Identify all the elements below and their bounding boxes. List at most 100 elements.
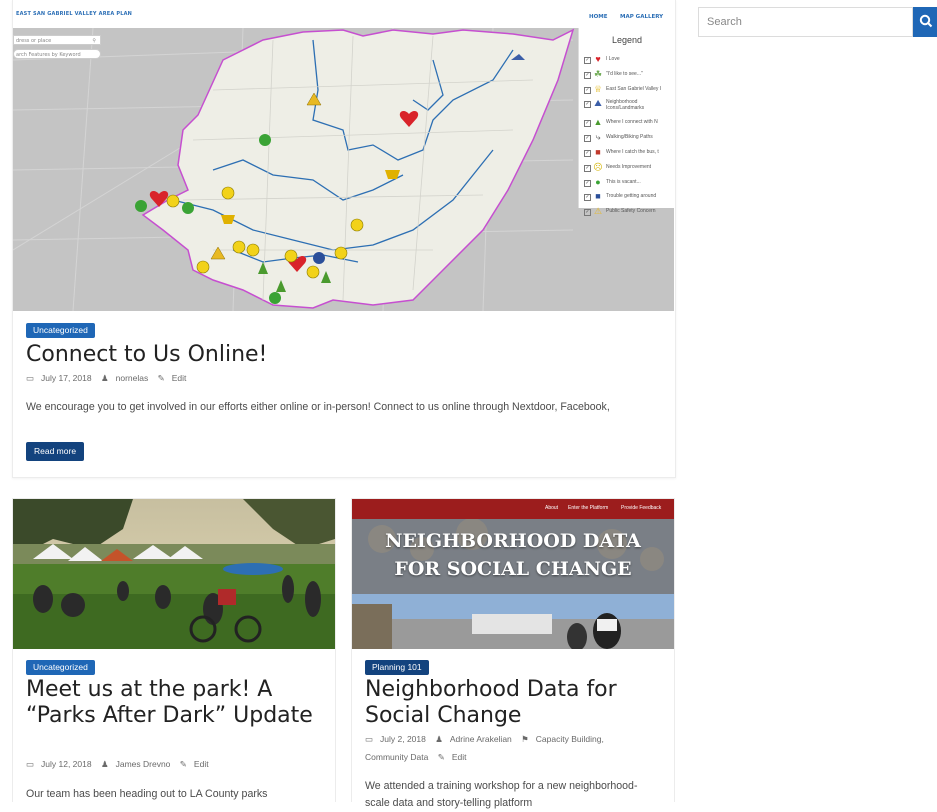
legend-item[interactable]: ✓ ☹ Needs Improvement [579,161,674,176]
post-meta: ▭ July 2, 2018 ♟ Adrine Arakelian ⚑ Capacit… [365,734,611,745]
post-tag-capacity[interactable]: Capacity Building, [536,734,604,744]
category-badge[interactable]: Uncategorized [26,323,95,338]
legend-label: I Love [606,56,620,62]
legend-label: Where I catch the bus, t [606,148,659,155]
post-title[interactable]: Connect to Us Online! [26,341,267,369]
edit-icon: ✎ [437,752,445,762]
legend-item[interactable]: ✓ ● This is vacant... [579,176,674,191]
post-meta: ▭ July 17, 2018 ♟ nornelas ✎ Edit [26,373,193,384]
legend-checkbox[interactable]: ✓ [584,57,591,64]
post-tag-community[interactable]: Community Data [365,752,428,762]
legend-checkbox[interactable]: ✓ [584,179,591,187]
bus-icon: ■ [595,146,601,157]
search-button[interactable] [913,7,937,37]
image-nav-bar: About Enter the Platform Provide Feedbac… [352,499,674,519]
legend-checkbox[interactable]: ✓ [584,164,591,172]
tree-icon: ▲ [593,117,603,128]
map-feature-filter[interactable]: arch Features by Keyword [13,49,101,59]
legend-checkbox[interactable]: ✓ [584,101,591,109]
image-nav-feedback: Provide Feedback [621,505,662,511]
legend-label: Neighborhood Icons/Landmarks [606,99,645,112]
legend-item[interactable]: ✓ ♕ East San Gabriel Valley I [579,83,674,98]
legend-item[interactable]: ✓ ■ Trouble getting around [579,190,674,205]
post-date[interactable]: July 2, 2018 [380,734,426,744]
post-date[interactable]: July 17, 2018 [41,373,92,383]
image-nav-about: About [545,505,559,511]
landmark-icon: ⛰ [594,98,602,109]
map-site-title[interactable]: EAST SAN GABRIEL VALLEY AREA PLAN [16,11,132,17]
legend-label: Trouble getting around [606,193,657,200]
map-filter-placeholder: arch Features by Keyword [16,52,81,58]
post-author[interactable]: Adrine Arakelian [450,734,512,744]
featured-post-card: EAST SAN GABRIEL VALLEY AREA PLAN HOME M… [12,0,676,478]
car-icon: ■ [595,191,601,202]
image-heading-line1: NEIGHBORHOOD DATA [385,530,641,552]
map-header: EAST SAN GABRIEL VALLEY AREA PLAN HOME M… [13,0,674,28]
post-meta-line2: Community Data ✎ Edit [365,752,473,763]
image-heading: NEIGHBORHOOD DATA FOR SOCIAL CHANGE [352,527,674,583]
park-photo[interactable] [13,499,335,649]
post-author[interactable]: James Drevno [116,759,171,769]
edit-link[interactable]: Edit [172,373,187,383]
legend-label: East San Gabriel Valley I [606,85,662,92]
user-icon: ♟ [435,734,443,744]
legend-label: Where I connect with N [606,119,658,126]
search-input[interactable]: Search [698,7,913,37]
search-icon[interactable] [913,7,937,37]
neighborhood-data-photo[interactable]: About Enter the Platform Provide Feedbac… [352,499,674,649]
category-badge[interactable]: Planning 101 [365,660,429,675]
legend-item[interactable]: ✓ ⚠ Public Safety Concern [579,205,674,220]
legend-checkbox[interactable]: ✓ [584,71,591,79]
legend-item[interactable]: ✓ ■ Where I catch the bus, t [579,146,674,161]
legend-label: "I'd like to see..." [606,70,643,77]
sprout-icon: ☘ [593,68,603,79]
crown-icon: ♕ [593,83,603,94]
edit-icon: ✎ [157,373,165,383]
legend-label: Public Safety Concern [606,208,656,215]
post-author[interactable]: nornelas [116,373,149,383]
legend-label: Walking/Biking Paths [606,134,653,141]
edit-link[interactable]: Edit [452,752,467,762]
map-search-placeholder: dress or place [16,38,52,44]
legend-checkbox[interactable]: ✓ [584,194,591,202]
legend-item[interactable]: ✓ ⤷ Walking/Biking Paths [579,131,674,146]
legend-label: This is vacant... [606,178,641,185]
search-icon[interactable]: ⚲ [92,36,96,46]
image-heading-line2: FOR SOCIAL CHANGE [394,558,632,580]
post-title[interactable]: Meet us at the park! A “Parks After Dark… [26,677,326,729]
legend-checkbox[interactable]: ✓ [584,209,591,217]
legend-item[interactable]: ✓ ☘ "I'd like to see..." [579,68,674,83]
legend-item[interactable]: ✓ ▲ Where I connect with N [579,116,674,131]
legend-label: Needs Improvement [606,163,652,170]
post-card: About Enter the Platform Provide Feedbac… [351,498,675,809]
map-canvas[interactable] [13,0,674,311]
map-nav-home[interactable]: HOME [589,14,608,20]
post-excerpt: We attended a training workshop for a ne… [365,780,638,809]
post-excerpt: Our team has been heading out to LA Coun… [26,788,268,800]
post-date[interactable]: July 12, 2018 [41,759,92,769]
walk-icon: ⤷ [595,132,601,143]
calendar-icon: ▭ [365,734,374,744]
read-more-button[interactable]: Read more [26,442,85,461]
legend-checkbox[interactable]: ✓ [584,86,591,94]
question-icon: ● [595,176,601,187]
map-address-search[interactable]: dress or place ⚲ [13,35,101,45]
category-badge[interactable]: Uncategorized [26,660,95,675]
frown-icon: ☹ [593,161,603,172]
legend-item[interactable]: ✓ ⛰ Neighborhood Icons/Landmarks [579,97,674,116]
calendar-icon: ▭ [26,373,35,383]
legend-item[interactable]: ✓ ♥ I Love [579,53,674,68]
image-nav-enter: Enter the Platform [568,505,609,511]
search-placeholder: Search [707,16,742,28]
legend-checkbox[interactable]: ✓ [584,135,591,143]
park-photo-image [13,499,335,649]
map-embed[interactable]: EAST SAN GABRIEL VALLEY AREA PLAN HOME M… [13,0,674,311]
post-title[interactable]: Neighborhood Data for Social Change [365,677,670,729]
legend-checkbox[interactable]: ✓ [584,120,591,128]
edit-icon: ✎ [179,759,187,769]
legend-title: Legend [611,35,643,45]
legend-checkbox[interactable]: ✓ [584,149,591,157]
post-excerpt: We encourage you to get involved in our … [26,401,610,413]
map-nav-gallery[interactable]: MAP GALLERY [620,14,663,20]
edit-link[interactable]: Edit [194,759,209,769]
